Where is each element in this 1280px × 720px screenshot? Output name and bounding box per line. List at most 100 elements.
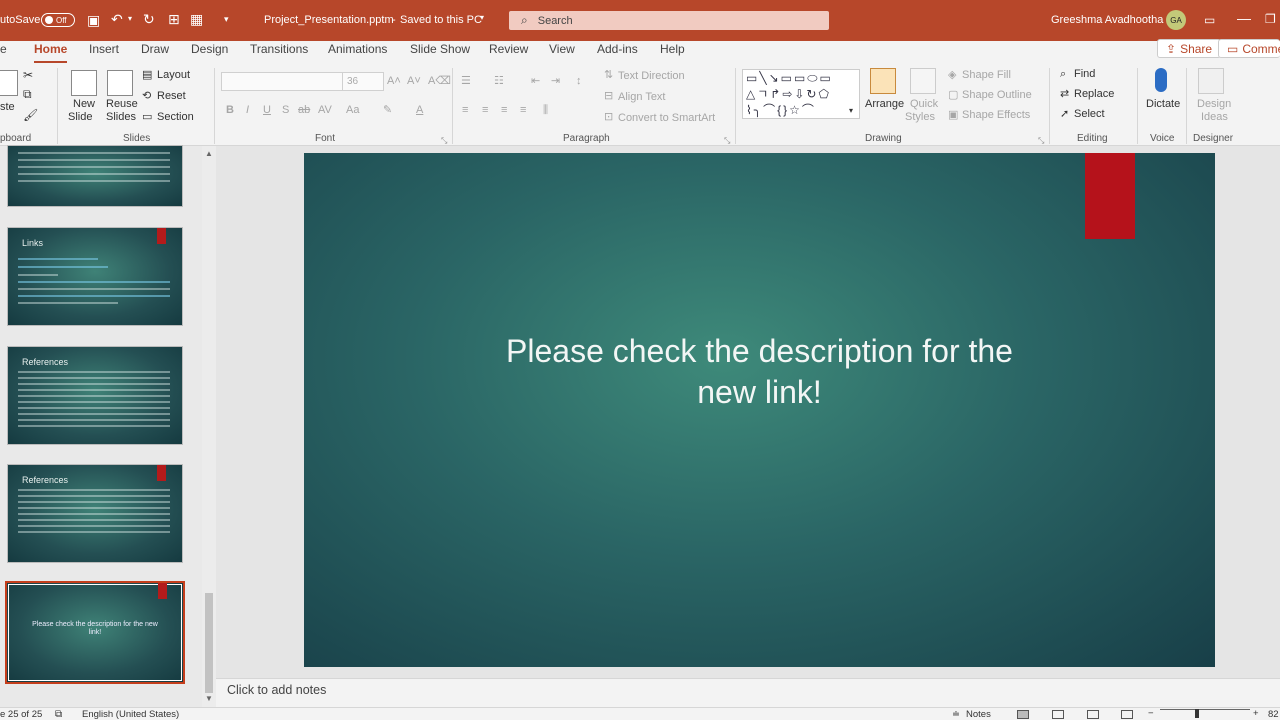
shadow-icon[interactable]: S: [282, 104, 289, 117]
microphone-icon[interactable]: [1155, 68, 1167, 92]
tab-view[interactable]: View: [549, 41, 575, 64]
comments-button[interactable]: ▭Comme: [1218, 39, 1280, 58]
maximize-icon[interactable]: ❐: [1265, 12, 1276, 26]
tab-home[interactable]: Home: [34, 41, 68, 64]
quick-styles-label-1[interactable]: Quick: [910, 98, 938, 111]
cut-icon[interactable]: ✂: [23, 69, 33, 82]
copy-icon[interactable]: ⧉: [23, 88, 32, 101]
change-case-icon[interactable]: Aa: [346, 104, 359, 117]
design-ideas-label-2[interactable]: Ideas: [1201, 111, 1228, 124]
normal-view-icon[interactable]: [1017, 710, 1029, 719]
shape-effects-button[interactable]: Shape Effects: [962, 109, 1030, 122]
tab-animations[interactable]: Animations: [328, 41, 387, 64]
minimize-icon[interactable]: —: [1237, 11, 1251, 25]
reuse-slides-icon[interactable]: [107, 70, 133, 96]
zoom-out-icon[interactable]: −: [1148, 708, 1154, 719]
decrease-font-icon[interactable]: A˅: [407, 75, 421, 88]
shape-fill-button[interactable]: Shape Fill: [962, 69, 1011, 82]
zoom-slider-track[interactable]: [1160, 709, 1250, 710]
font-color-icon[interactable]: A: [416, 104, 423, 117]
shape-outline-button[interactable]: Shape Outline: [962, 89, 1032, 102]
quick-styles-label-2[interactable]: Styles: [905, 111, 935, 124]
arrange-button[interactable]: Arrange: [865, 98, 904, 111]
slide-canvas[interactable]: Please check the description for the new…: [304, 153, 1215, 667]
increase-font-icon[interactable]: A˄: [387, 75, 401, 88]
autosave-toggle[interactable]: Off: [41, 13, 75, 27]
align-left-icon[interactable]: ≡: [462, 104, 468, 117]
increase-indent-icon[interactable]: ⇥: [551, 75, 560, 88]
justify-icon[interactable]: ≡: [520, 104, 526, 117]
save-status-chevron-icon[interactable]: ▾: [480, 13, 484, 22]
file-name[interactable]: Project_Presentation.pptm: [264, 14, 394, 26]
numbering-icon[interactable]: ☷: [494, 75, 504, 88]
scroll-down-icon[interactable]: ▼: [202, 694, 216, 703]
dictate-button[interactable]: Dictate: [1146, 98, 1180, 111]
slide-thumbnail[interactable]: References: [7, 346, 183, 445]
undo-icon[interactable]: ↶: [111, 12, 123, 26]
text-direction-button[interactable]: Text Direction: [618, 70, 685, 83]
layout-button[interactable]: Layout: [157, 69, 190, 82]
search-box[interactable]: ⌕ Search: [509, 11, 829, 30]
scroll-up-icon[interactable]: ▲: [202, 149, 216, 158]
slide-thumbnail-selected[interactable]: Please check the description for the new…: [5, 581, 185, 684]
shapes-gallery[interactable]: ▭╲↘▭▭⬭▭ △ㄱ↱⇨⇩↻⬠ ⌇╮⌒{}☆⌒: [742, 69, 860, 119]
tab-file[interactable]: e: [0, 41, 7, 64]
notes-pane[interactable]: Click to add notes: [216, 678, 1280, 707]
font-name-field[interactable]: [221, 72, 345, 91]
tab-draw[interactable]: Draw: [141, 41, 169, 64]
reset-button[interactable]: Reset: [157, 90, 186, 103]
character-spacing-icon[interactable]: AV: [318, 104, 332, 117]
section-button[interactable]: Section: [157, 111, 194, 124]
columns-icon[interactable]: ⫼: [543, 104, 548, 117]
align-right-icon[interactable]: ≡: [501, 104, 507, 117]
replace-button[interactable]: Replace: [1074, 88, 1114, 101]
find-button[interactable]: Find: [1074, 68, 1095, 81]
notes-button[interactable]: Notes: [966, 709, 991, 720]
slide-sorter-icon[interactable]: [1052, 710, 1064, 719]
format-painter-icon[interactable]: 🖌: [23, 109, 38, 122]
font-size-field[interactable]: 36: [342, 72, 384, 91]
design-ideas-label-1[interactable]: Design: [1197, 98, 1231, 111]
italic-icon[interactable]: I: [246, 104, 249, 117]
tab-insert[interactable]: Insert: [89, 41, 119, 64]
new-slide-icon[interactable]: [71, 70, 97, 96]
arrange-icon[interactable]: [870, 68, 896, 94]
underline-icon[interactable]: U: [263, 104, 271, 117]
bullets-icon[interactable]: ☰: [461, 75, 471, 88]
share-button[interactable]: ⇪ Share: [1157, 39, 1222, 58]
new-slide-label-2[interactable]: Slide: [68, 111, 92, 124]
convert-smartart-button[interactable]: Convert to SmartArt: [618, 112, 715, 125]
table-icon[interactable]: ▦: [190, 12, 203, 26]
reading-view-icon[interactable]: [1087, 710, 1099, 719]
reuse-slides-label-2[interactable]: Slides: [106, 111, 136, 124]
present-icon[interactable]: ⊞: [168, 12, 180, 26]
customize-toolbar-icon[interactable]: ▾: [224, 12, 229, 26]
new-slide-label-1[interactable]: New: [73, 98, 95, 111]
tab-review[interactable]: Review: [489, 41, 528, 64]
zoom-slider-thumb[interactable]: [1195, 709, 1199, 718]
slideshow-view-icon[interactable]: [1121, 710, 1133, 719]
quick-styles-icon[interactable]: [910, 68, 936, 94]
zoom-in-icon[interactable]: +: [1253, 708, 1259, 719]
clear-formatting-icon[interactable]: A⌫: [428, 75, 451, 88]
undo-dropdown-icon[interactable]: ▾: [128, 12, 132, 26]
tab-design[interactable]: Design: [191, 41, 228, 64]
select-button[interactable]: Select: [1074, 108, 1105, 121]
shapes-more-icon[interactable]: ▾: [849, 104, 853, 117]
align-center-icon[interactable]: ≡: [482, 104, 488, 117]
tab-add-ins[interactable]: Add-ins: [597, 41, 638, 64]
save-icon[interactable]: ▣: [87, 13, 100, 27]
save-status[interactable]: Saved to this PC: [400, 14, 482, 26]
bold-icon[interactable]: B: [226, 104, 234, 117]
slide-text[interactable]: Please check the description for the new…: [304, 331, 1215, 413]
avatar[interactable]: GA: [1166, 10, 1186, 30]
design-ideas-icon[interactable]: [1198, 68, 1224, 94]
decrease-indent-icon[interactable]: ⇤: [531, 75, 540, 88]
align-text-button[interactable]: Align Text: [618, 91, 666, 104]
thumbnail-scrollbar[interactable]: ▲ ▼: [202, 146, 216, 707]
tab-transitions[interactable]: Transitions: [250, 41, 308, 64]
accessibility-icon[interactable]: ⧉: [55, 709, 62, 720]
slide-thumbnail[interactable]: Links: [7, 227, 183, 326]
tab-help[interactable]: Help: [660, 41, 685, 64]
paste-icon[interactable]: [0, 70, 18, 96]
